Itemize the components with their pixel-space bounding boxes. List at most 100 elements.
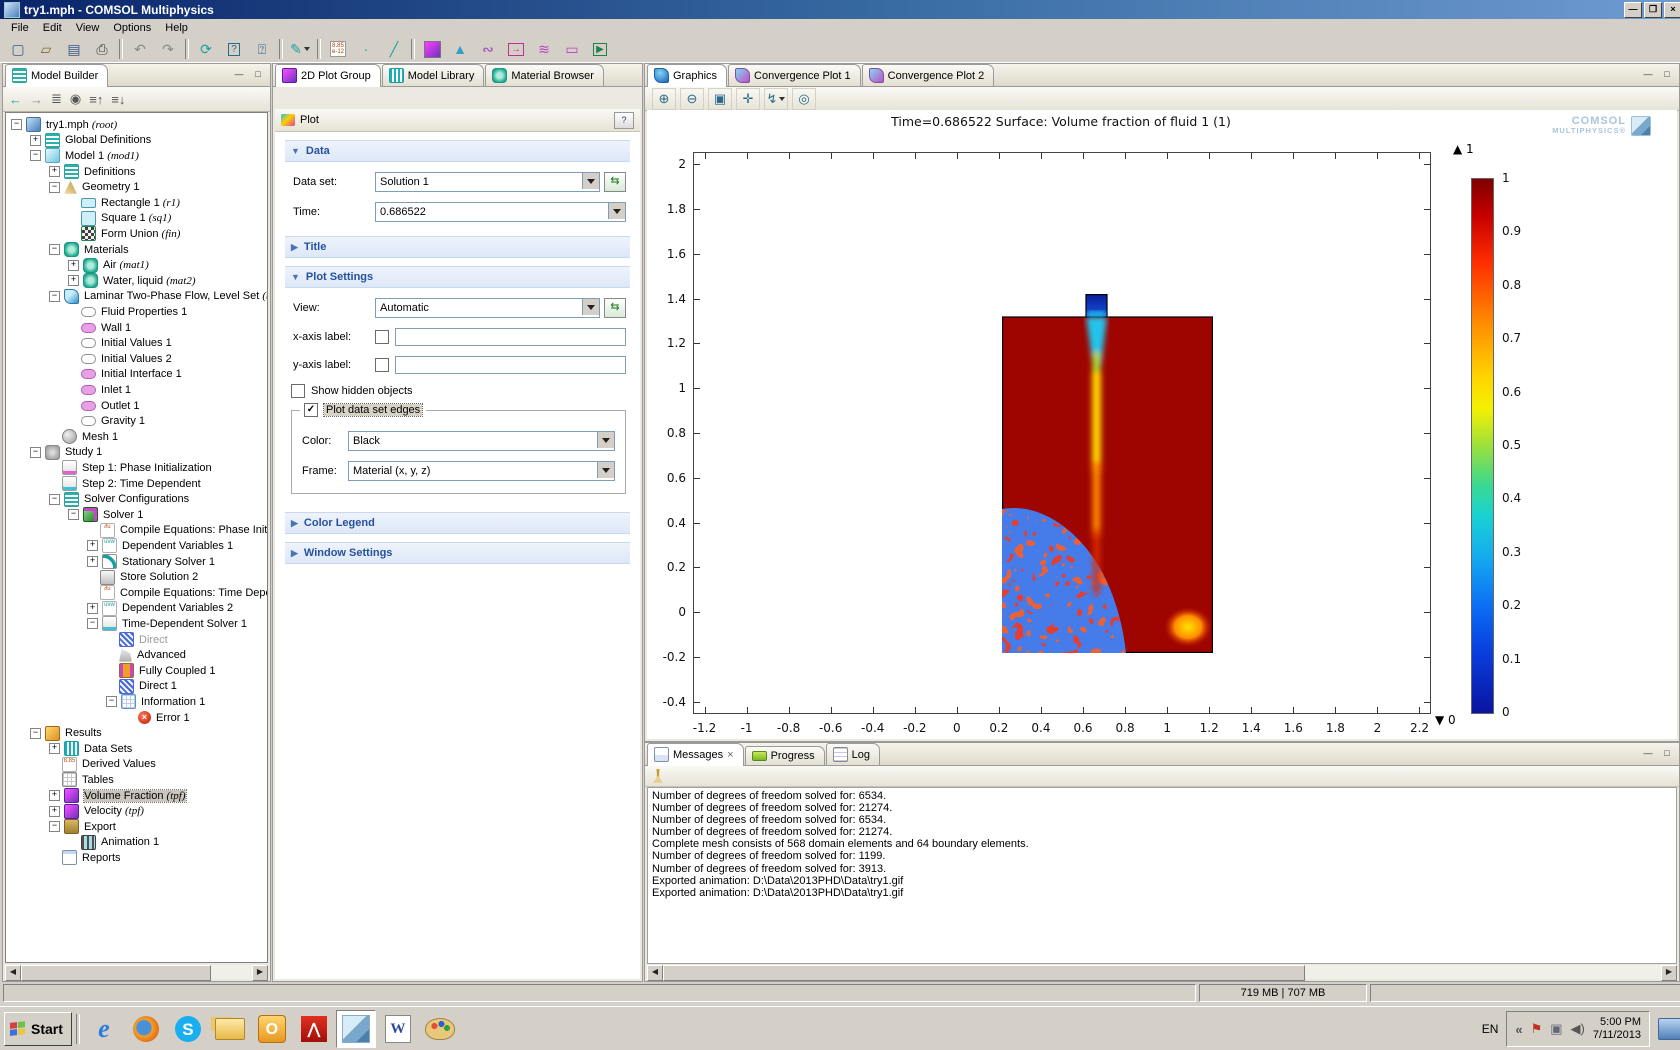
tree-item-advanced[interactable]: Advanced — [6, 647, 267, 663]
tree-item-direct[interactable]: Direct — [6, 632, 267, 648]
tab-graphics[interactable]: Graphics — [647, 64, 727, 87]
plot-edges-checkbox[interactable]: ✓ — [304, 403, 318, 417]
boundary-plot-button[interactable]: → — [503, 37, 529, 61]
expand-icon[interactable]: + — [87, 540, 98, 551]
collapse-icon[interactable]: − — [49, 244, 60, 255]
move-down-icon[interactable]: ≡↓ — [111, 92, 125, 107]
expand-icon[interactable]: + — [49, 806, 60, 817]
expand-icon[interactable]: + — [87, 603, 98, 614]
tree-item-global-definitions[interactable]: +Global Definitions — [6, 133, 267, 149]
tree-item-data-sets[interactable]: +Data Sets — [6, 741, 267, 757]
expand-icon[interactable]: + — [49, 166, 60, 177]
collapse-icon[interactable]: − — [68, 509, 79, 520]
tree-item-initial-values-2[interactable]: Initial Values 2 — [6, 351, 267, 367]
skype-taskbar-icon[interactable]: S — [168, 1010, 208, 1048]
tree-item-tables[interactable]: Tables — [6, 772, 267, 788]
tree-item-compile-equations-phase-initializ[interactable]: ∂uCompile Equations: Phase Initializ — [6, 523, 267, 539]
dropdown-arrow-icon[interactable] — [597, 432, 614, 448]
go-to-default-view-button[interactable]: ↯ — [764, 88, 788, 110]
section-data[interactable]: ▼ Data — [285, 140, 630, 162]
plot-button[interactable]: Plot — [300, 114, 319, 126]
zoom-extents-button[interactable]: ✛ — [736, 88, 760, 110]
network-icon[interactable]: ▣ — [1550, 1021, 1562, 1037]
geometry-point-button[interactable]: ∙ — [353, 37, 379, 61]
collapse-icon[interactable]: − — [30, 447, 41, 458]
tab-material-browser[interactable]: Material Browser — [485, 64, 604, 86]
section-plot-settings[interactable]: ▼ Plot Settings — [285, 266, 630, 288]
file-explorer-taskbar-icon[interactable] — [210, 1010, 250, 1048]
panel-maximize-icon[interactable]: □ — [1659, 747, 1675, 761]
dropdown-arrow-icon[interactable] — [582, 173, 599, 189]
scroll-left-icon[interactable]: ◀ — [647, 965, 663, 981]
tab-convergence-plot-2[interactable]: Convergence Plot 2 — [862, 64, 995, 86]
tree-item-fully-coupled-1[interactable]: Fully Coupled 1 — [6, 663, 267, 679]
help-button[interactable]: ? — [614, 112, 634, 129]
clear-messages-icon[interactable] — [653, 769, 663, 783]
firefox-taskbar-icon[interactable] — [126, 1010, 166, 1048]
panel-maximize-icon[interactable]: □ — [1659, 68, 1675, 82]
expand-icon[interactable]: + — [87, 556, 98, 567]
menu-options[interactable]: Options — [106, 21, 158, 35]
section-color-legend[interactable]: ▶ Color Legend — [285, 512, 630, 534]
tree-item-store-solution-2[interactable]: Store Solution 2 — [6, 569, 267, 585]
tree-item-stationary-solver-1[interactable]: +Stationary Solver 1 — [6, 554, 267, 570]
tab-progress[interactable]: Progress — [745, 746, 825, 765]
animation-player-button[interactable]: ▶ — [587, 37, 613, 61]
x-axis-checkbox[interactable] — [375, 330, 389, 344]
collapse-icon[interactable]: − — [49, 291, 60, 302]
show-icon[interactable]: ◉ — [70, 91, 81, 107]
tree-item-results[interactable]: −Results — [6, 725, 267, 741]
tree-item-initial-values-1[interactable]: Initial Values 1 — [6, 335, 267, 351]
collapse-icon[interactable]: − — [49, 182, 60, 193]
show-desktop-icon[interactable] — [1658, 1018, 1680, 1040]
y-axis-checkbox[interactable] — [375, 358, 389, 372]
tree-item-form-union[interactable]: Form Union (fin) — [6, 226, 267, 242]
security-alert-icon[interactable]: ⚑ — [1531, 1021, 1543, 1037]
documentation-button[interactable]: ⍰ — [249, 37, 275, 61]
model-builder-tab[interactable]: Model Builder — [5, 64, 108, 87]
color-combobox[interactable]: Black — [348, 431, 615, 451]
collapse-icon[interactable]: − — [49, 821, 60, 832]
expand-icon[interactable]: + — [30, 135, 41, 146]
panel-maximize-icon[interactable]: □ — [250, 68, 266, 82]
collapse-icon[interactable]: − — [30, 728, 41, 739]
arrow-plot-button[interactable]: ▲ — [447, 37, 473, 61]
tree-item-information-1[interactable]: −Information 1 — [6, 694, 267, 710]
tree-item-dependent-variables-1[interactable]: +uvwDependent Variables 1 — [6, 538, 267, 554]
redo-button[interactable]: ↷ — [155, 37, 181, 61]
tree-item-geometry-1[interactable]: −Geometry 1 — [6, 179, 267, 195]
tree-item-solver-configurations[interactable]: −Solver Configurations — [6, 491, 267, 507]
tree-item-materials[interactable]: −Materials — [6, 242, 267, 258]
tree-item-time-dependent-solver-1[interactable]: −Time-Dependent Solver 1 — [6, 616, 267, 632]
section-title[interactable]: ▶ Title — [285, 236, 630, 258]
expand-icon[interactable]: + — [49, 790, 60, 801]
tree-item-model-1[interactable]: −Model 1 (mod1) — [6, 148, 267, 164]
mesh-brush-button[interactable]: ✎ — [287, 37, 313, 61]
scroll-right-icon[interactable]: ▶ — [1661, 965, 1677, 981]
tree-item-error-1[interactable]: ×Error 1 — [6, 710, 267, 726]
tree-item-water-liquid[interactable]: +Water, liquid (mat2) — [6, 273, 267, 289]
tree-item-mesh-1[interactable]: Mesh 1 — [6, 429, 267, 445]
help-button[interactable]: ? — [221, 37, 247, 61]
zoom-box-button[interactable]: ▣ — [708, 88, 732, 110]
tree-item-wall-1[interactable]: Wall 1 — [6, 320, 267, 336]
zoom-out-button[interactable]: ⊖ — [680, 88, 704, 110]
tree-item-compile-equations-time-depende[interactable]: ∂uCompile Equations: Time Depende — [6, 585, 267, 601]
collapse-icon[interactable]: − — [106, 696, 117, 707]
tree-item-derived-values[interactable]: 8.85Derived Values — [6, 757, 267, 773]
new-file-button[interactable]: ▢ — [5, 37, 31, 61]
tree-item-rectangle-1[interactable]: Rectangle 1 (r1) — [6, 195, 267, 211]
menu-edit[interactable]: Edit — [36, 21, 69, 35]
outlook-taskbar-icon[interactable]: O — [252, 1010, 292, 1048]
panel-minimize-icon[interactable]: — — [1640, 747, 1656, 761]
collapse-icon[interactable]: − — [87, 618, 98, 629]
language-indicator[interactable]: EN — [1482, 1022, 1499, 1036]
undo-button[interactable]: ↶ — [127, 37, 153, 61]
scroll-left-icon[interactable]: ◀ — [5, 965, 21, 981]
geometry-line-button[interactable]: ╱ — [381, 37, 407, 61]
tree-item-step-2-time-dependent[interactable]: Step 2: Time Dependent — [6, 476, 267, 492]
internet-explorer-taskbar-icon[interactable]: e — [84, 1010, 124, 1048]
print-button[interactable]: ⎙ — [89, 37, 115, 61]
maximize-button[interactable]: ❐ — [1644, 2, 1662, 18]
tree-item-study-1[interactable]: −Study 1 — [6, 445, 267, 461]
